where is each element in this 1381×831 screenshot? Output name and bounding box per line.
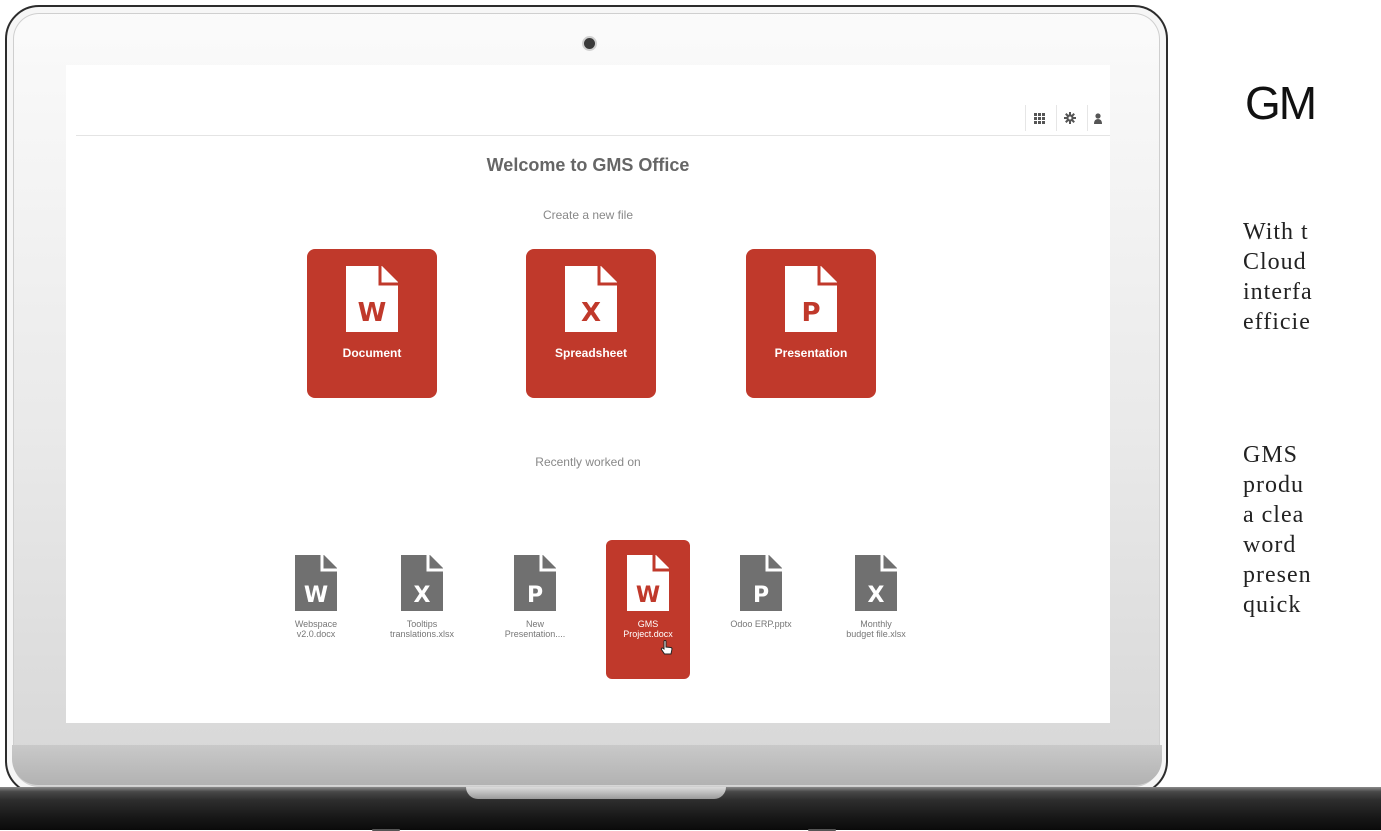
new-document-button[interactable]: W Document xyxy=(307,249,437,398)
gear-icon[interactable] xyxy=(1056,105,1083,131)
tile-label: Document xyxy=(342,346,402,360)
side-text-line: interfa xyxy=(1243,279,1313,305)
recent-file-item[interactable]: P New Presentation.... xyxy=(493,540,577,679)
recent-file-item[interactable]: X Monthly budget file.xlsx xyxy=(834,540,918,679)
webcam xyxy=(584,38,595,49)
word-document-icon: W xyxy=(627,555,669,611)
laptop-chin xyxy=(12,745,1162,785)
side-text-line: With t xyxy=(1243,219,1309,245)
svg-text:P: P xyxy=(753,583,769,608)
create-section-label: Create a new file xyxy=(542,208,634,222)
side-text-line: Cloud xyxy=(1243,249,1307,275)
side-text-line: GMS xyxy=(1243,442,1299,468)
svg-text:X: X xyxy=(414,583,431,608)
svg-text:P: P xyxy=(801,298,820,328)
recent-section-label: Recently worked on xyxy=(535,455,641,469)
word-document-icon: W xyxy=(295,555,337,611)
excel-spreadsheet-icon: X xyxy=(855,555,897,611)
file-name: Tooltips translations.xlsx xyxy=(389,619,455,639)
recent-file-item-selected[interactable]: W GMS Project.docx xyxy=(606,540,690,679)
new-spreadsheet-button[interactable]: X Spreadsheet xyxy=(526,249,656,398)
side-paragraph-1: With t Cloud interfa efficie xyxy=(1243,217,1381,337)
svg-text:P: P xyxy=(527,583,543,608)
hand-cursor-icon xyxy=(660,640,673,655)
user-icon[interactable] xyxy=(1087,105,1110,131)
excel-spreadsheet-icon: X xyxy=(565,266,617,332)
powerpoint-presentation-icon: P xyxy=(514,555,556,611)
recent-file-item[interactable]: W Webspace v2.0.docx xyxy=(274,540,358,679)
excel-spreadsheet-icon: X xyxy=(401,555,443,611)
page-title: Welcome to GMS Office xyxy=(486,155,690,175)
side-text-line: a clea xyxy=(1243,502,1305,528)
side-paragraph-2: GMS produ a clea word presen quick xyxy=(1243,440,1381,620)
file-name: Monthly budget file.xlsx xyxy=(846,619,906,639)
side-text-line: efficie xyxy=(1243,309,1311,335)
side-text-line: word xyxy=(1243,532,1297,558)
side-text-line: quick xyxy=(1243,592,1302,618)
file-name: New Presentation.... xyxy=(504,619,566,639)
file-name: GMS Project.docx xyxy=(623,619,673,639)
svg-text:X: X xyxy=(581,298,601,328)
laptop-screen: Welcome to GMS Office Create a new file … xyxy=(66,65,1110,723)
side-text-line: produ xyxy=(1243,472,1304,498)
file-name: Odoo ERP.pptx xyxy=(730,619,792,629)
svg-text:W: W xyxy=(304,583,328,608)
file-name: Webspace v2.0.docx xyxy=(294,619,338,639)
word-document-icon: W xyxy=(346,266,398,332)
tile-label: Presentation xyxy=(774,346,848,360)
tile-label: Spreadsheet xyxy=(554,346,628,360)
powerpoint-presentation-icon: P xyxy=(740,555,782,611)
recent-file-item[interactable]: P Odoo ERP.pptx xyxy=(719,540,803,679)
side-text-line: presen xyxy=(1243,562,1312,588)
apps-grid-icon[interactable] xyxy=(1025,105,1052,131)
svg-text:W: W xyxy=(358,298,387,328)
side-heading: GM xyxy=(1245,77,1317,129)
svg-text:X: X xyxy=(868,583,885,608)
laptop-opening-notch xyxy=(466,787,726,799)
new-presentation-button[interactable]: P Presentation xyxy=(746,249,876,398)
powerpoint-presentation-icon: P xyxy=(785,266,837,332)
top-bar xyxy=(76,99,1110,136)
recent-file-item[interactable]: X Tooltips translations.xlsx xyxy=(380,540,464,679)
svg-text:W: W xyxy=(636,583,660,608)
